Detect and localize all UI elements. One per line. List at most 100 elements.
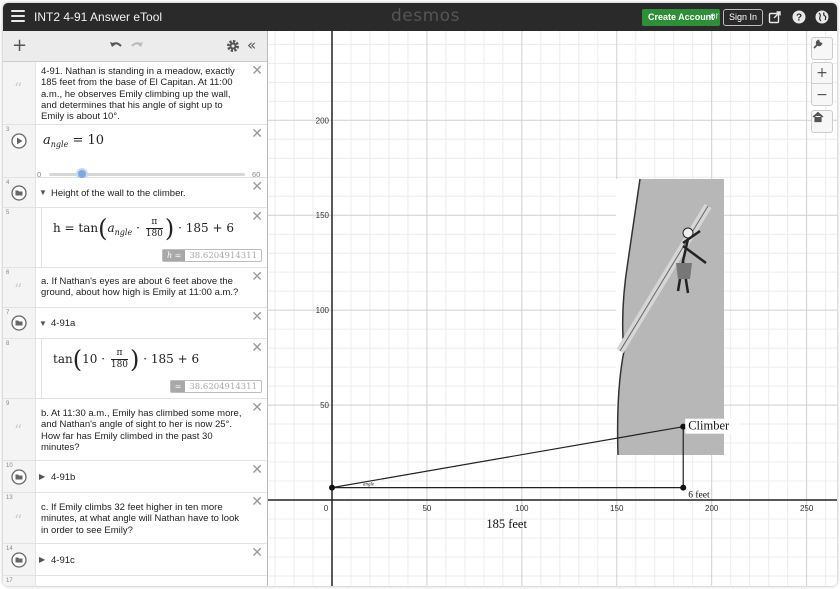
result-value: 38.6204914311 [189, 250, 257, 261]
expression-row[interactable]: 8 tan(10 · π 180) · 185 + 6 = 38.62049143… [3, 339, 267, 399]
close-icon[interactable]: ✕ [251, 463, 263, 477]
result-value: 38.6204914311 [189, 381, 257, 392]
note-quote-icon: “ [14, 79, 23, 98]
home-box [811, 110, 833, 133]
fraction-denominator: 180 [145, 229, 163, 239]
row-number: 3 [6, 127, 10, 133]
close-icon[interactable]: ✕ [251, 495, 263, 509]
row-number: 6 [6, 270, 10, 276]
svg-text:?: ? [796, 13, 802, 24]
gear-icon[interactable] [226, 38, 240, 54]
folder-label[interactable]: 4-91c [51, 555, 75, 566]
note-row[interactable]: “ 4-91. Nathan is standing in a meadow, … [3, 62, 267, 125]
caret-down-icon[interactable]: ▼ [39, 188, 47, 197]
close-icon[interactable]: ✕ [251, 341, 263, 355]
note-text[interactable]: b. At 11:30 a.m., Emily has climbed some… [41, 408, 246, 453]
sign-in-button[interactable]: Sign In [723, 9, 764, 26]
graph-canvas[interactable]: 0 50 100 150 200 250 50 100 150 200 Climber 6 feet… [268, 31, 837, 586]
caret-right-icon[interactable]: ▶ [39, 472, 45, 481]
result-label: = [170, 381, 186, 392]
folder-label[interactable]: Height of the wall to the climber. [51, 188, 186, 199]
wall-base-point [680, 484, 687, 491]
multiply-dot: · [101, 352, 106, 366]
globe-icon[interactable] [815, 10, 829, 24]
top-bar: INT2 4-91 Answer eTool desmos Create Acc… [3, 3, 837, 31]
document-title[interactable]: INT2 4-91 Answer eTool [34, 10, 162, 24]
note-quote-icon: “ [14, 280, 23, 299]
folder-row[interactable]: 4 ▼ Height of the wall to the climber. ✕ [3, 178, 267, 208]
zoom-out-icon[interactable]: − [812, 84, 832, 105]
variable-name: a [107, 221, 115, 235]
double-chevron-left-icon[interactable]: « [247, 38, 256, 54]
angle-value: 10 [82, 352, 98, 366]
close-icon[interactable]: ✕ [251, 270, 263, 284]
row-number: 13 [6, 495, 13, 501]
slider-row[interactable]: 3 angle = 10 0 60 ✕ [3, 125, 267, 180]
slider-expression[interactable]: angle = 10 [43, 133, 104, 149]
row-number: 4 [6, 180, 10, 186]
slider-value: = 10 [72, 133, 105, 148]
plus-icon[interactable]: + [12, 37, 27, 55]
close-icon[interactable]: ✕ [251, 210, 263, 224]
folder-row[interactable]: 7 ▼ 4-91a ✕ [3, 308, 267, 339]
result-box: = 38.6204914311 [169, 380, 262, 393]
expression-lhs: tan [53, 352, 73, 366]
share-icon[interactable] [768, 10, 782, 24]
folder-icon[interactable] [11, 185, 27, 201]
tan-expression[interactable]: tan(10 · π 180) · 185 + 6 [53, 348, 199, 372]
result-label: h = [162, 250, 186, 261]
folder-icon[interactable] [11, 552, 27, 568]
y-tick-label: 50 [320, 401, 329, 410]
hamburger-icon[interactable] [11, 10, 25, 23]
desmos-logo: desmos [391, 6, 460, 26]
play-icon[interactable] [11, 133, 27, 149]
expression-row[interactable]: 5 h = tan(angle · π 180) · 185 + 6 h = 38… [3, 208, 267, 268]
close-icon[interactable]: ✕ [251, 401, 263, 415]
row-number: 5 [6, 210, 10, 216]
folder-row[interactable]: 14 ▶ 4-91c ✕ [3, 544, 267, 576]
note-text[interactable]: c. If Emily climbs 32 feet higher in ten… [41, 502, 246, 536]
close-icon[interactable]: ✕ [251, 546, 263, 560]
close-icon[interactable]: ✕ [251, 310, 263, 324]
note-row[interactable]: 9 “ b. At 11:30 a.m., Emily has climbed … [3, 399, 267, 461]
note-row[interactable]: 6 “ a. If Nathan's eyes are about 6 feet… [3, 268, 267, 308]
expression-lhs: h = tan [53, 221, 99, 235]
close-icon[interactable]: ✕ [251, 64, 263, 78]
folder-label[interactable]: 4-91a [51, 318, 75, 329]
wrench-icon[interactable] [812, 38, 832, 59]
height-expression[interactable]: h = tan(angle · π 180) · 185 + 6 [53, 217, 234, 241]
folder-icon[interactable] [11, 315, 27, 331]
note-text[interactable]: a. If Nathan's eyes are about 6 feet abo… [41, 276, 246, 299]
x-tick-label: 250 [800, 504, 814, 513]
create-account-button[interactable]: Create Account [642, 9, 721, 26]
major-gridlines [268, 31, 837, 586]
climber-label: Climber [688, 419, 730, 433]
empty-expression-row[interactable]: 17 [3, 576, 267, 586]
redo-icon[interactable] [130, 38, 144, 54]
close-icon[interactable]: ✕ [251, 180, 263, 194]
x-tick-label: 100 [515, 504, 529, 513]
x-tick-label: 150 [610, 504, 624, 513]
undo-icon[interactable] [109, 38, 123, 54]
note-quote-icon: “ [14, 511, 23, 530]
folder-indent-line [41, 339, 42, 398]
minor-gridlines [268, 31, 837, 586]
caret-down-icon[interactable]: ▼ [39, 319, 47, 328]
folder-label[interactable]: 4-91b [51, 472, 75, 483]
graph-paper[interactable]: 0 50 100 150 200 250 50 100 150 200 Climber 6 feet… [268, 31, 837, 586]
y-tick-label: 200 [316, 116, 330, 125]
row-gutter [3, 208, 36, 267]
home-icon[interactable] [812, 111, 832, 132]
multiply-dot: · [136, 221, 140, 235]
folder-icon[interactable] [11, 469, 27, 485]
expression-toolbar: + « [3, 31, 267, 62]
folder-row[interactable]: 10 ▶ 4-91b ✕ [3, 461, 267, 493]
x-tick-label: 50 [422, 504, 431, 513]
caret-right-icon[interactable]: ▶ [39, 555, 45, 564]
or-text: or [710, 11, 719, 22]
note-text[interactable]: 4-91. Nathan is standing in a meadow, ex… [41, 66, 246, 122]
close-icon[interactable]: ✕ [251, 127, 263, 141]
zoom-in-icon[interactable]: + [812, 63, 832, 84]
help-icon[interactable]: ? [792, 10, 806, 24]
note-row[interactable]: 13 “ c. If Emily climbs 32 feet higher i… [3, 493, 267, 544]
